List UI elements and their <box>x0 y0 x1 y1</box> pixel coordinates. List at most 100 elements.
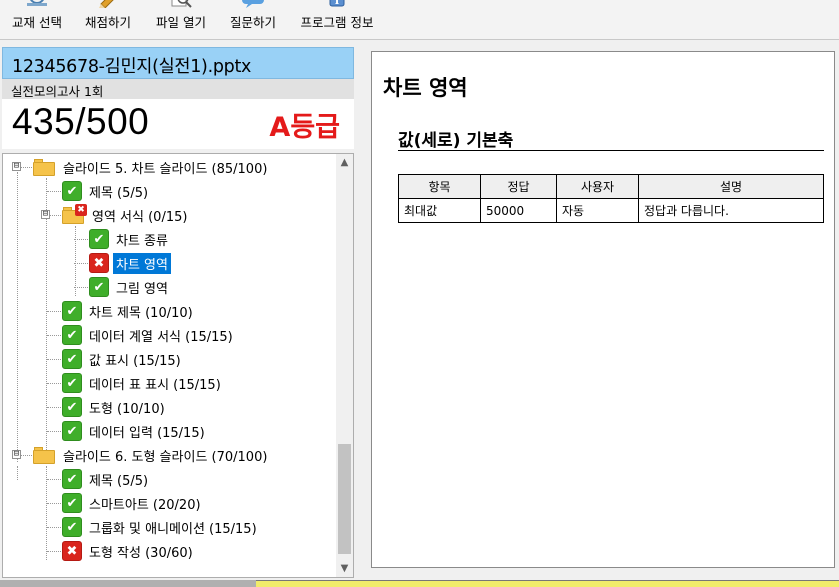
speech-bubble-icon <box>242 0 264 8</box>
folder-icon <box>33 158 55 176</box>
tree-item[interactable]: ✔ 차트 종류 <box>89 228 171 250</box>
detail-panel: 차트 영역 값(세로) 기본축 항목 정답 사용자 설명 최대값 50000 자… <box>371 51 835 568</box>
tree-item[interactable]: ✔ 도형 (10/10) <box>62 396 168 418</box>
tree-item-label: 제목 (5/5) <box>89 185 149 201</box>
header-user: 사용자 <box>556 174 639 199</box>
tree-item[interactable]: 슬라이드 5. 차트 슬라이드 (85/100) <box>33 156 270 178</box>
tree-connector <box>47 383 61 384</box>
check-icon: ✔ <box>62 349 82 369</box>
tree-item[interactable]: ✖ 차트 영역 <box>89 252 171 274</box>
tree-item[interactable]: ✔ 데이터 표 표시 (15/15) <box>62 372 224 394</box>
grade-label: A등급 <box>269 112 340 143</box>
info-icon: i <box>329 0 345 7</box>
tree-item-label: 차트 제목 (10/10) <box>89 305 193 321</box>
tree-item[interactable]: ✔ 제목 (5/5) <box>62 468 151 490</box>
tree-connector <box>47 431 61 432</box>
ask-question-button[interactable]: 질문하기 <box>224 0 282 40</box>
tree-item-label: 차트 종류 <box>116 233 168 249</box>
program-info-button[interactable]: i 프로그램 정보 <box>294 0 380 40</box>
tree-connector <box>74 287 88 288</box>
tree-connector <box>47 479 61 480</box>
grade-button[interactable]: 채점하기 <box>80 0 136 40</box>
folder-error-icon: ✖ <box>62 204 87 224</box>
check-icon: ✔ <box>89 229 109 249</box>
tree-item-label: 값 표시 (15/15) <box>89 353 181 369</box>
cell-user: 자동 <box>556 198 639 223</box>
tree-item[interactable]: ✔ 그림 영역 <box>89 276 171 298</box>
check-icon: ✔ <box>62 469 82 489</box>
grading-tree[interactable]: ⊟ 슬라이드 5. 차트 슬라이드 (85/100) ✔ 제목 (5/5) ⊟ ✖ 영역 서… <box>2 153 354 578</box>
cell-item: 최대값 <box>398 198 481 223</box>
scroll-down-arrow-icon[interactable]: ▼ <box>336 560 353 577</box>
tree-item-label: 슬라이드 6. 도형 슬라이드 (70/100) <box>63 449 268 465</box>
tree-item[interactable]: ✔ 그룹화 및 애니메이션 (15/15) <box>62 516 260 538</box>
tree-connector <box>74 263 88 264</box>
check-icon: ✔ <box>62 325 82 345</box>
error-icon: ✖ <box>89 253 109 273</box>
folder-icon <box>33 446 55 464</box>
tree-item-label: 그룹화 및 애니메이션 (15/15) <box>89 521 257 537</box>
tree-guide-line <box>17 172 18 462</box>
scroll-thumb[interactable] <box>338 444 351 554</box>
check-icon: ✔ <box>62 493 82 513</box>
pencil-icon <box>99 0 114 8</box>
tree-item[interactable]: 슬라이드 6. 도형 슬라이드 (70/100) <box>33 444 270 466</box>
tree-item[interactable]: ✔ 제목 (5/5) <box>62 180 151 202</box>
tree-item-label: 제목 (5/5) <box>89 473 149 489</box>
magnifier-file-icon <box>171 0 192 8</box>
magnifier-book-icon <box>27 0 47 6</box>
tree-item[interactable]: ✔ 데이터 입력 (15/15) <box>62 420 208 442</box>
tree-item[interactable]: ✔ 데이터 계열 서식 (15/15) <box>62 324 236 346</box>
tree-item-label: 슬라이드 5. 차트 슬라이드 (85/100) <box>63 161 268 177</box>
tree-connector <box>47 407 61 408</box>
tree-item-label: 데이터 입력 (15/15) <box>89 425 205 441</box>
check-icon: ✔ <box>89 277 109 297</box>
left-panel: 12345678-김민지(실전1).pptx 실전모의고사 1회 435/500… <box>0 45 356 580</box>
tree-connector <box>47 551 61 552</box>
tree-item[interactable]: ✔ 값 표시 (15/15) <box>62 348 184 370</box>
total-score: 435/500 <box>12 101 150 142</box>
tree-item[interactable]: ✔ 스마트아트 (20/20) <box>62 492 204 514</box>
check-icon: ✔ <box>62 397 82 417</box>
file-name: 12345678-김민지(실전1).pptx <box>12 57 252 77</box>
tree-item-label: 그림 영역 <box>116 281 168 297</box>
header-answer: 정답 <box>480 174 557 199</box>
tree-connector <box>47 527 61 528</box>
tree-guide-line <box>75 226 76 296</box>
select-textbook-button[interactable]: 교재 선택 <box>6 0 68 40</box>
tree-guide-line <box>46 466 47 560</box>
tree-item-label: 도형 (10/10) <box>89 401 165 417</box>
tree-connector <box>47 191 61 192</box>
check-icon: ✔ <box>62 421 82 441</box>
tree-connector <box>47 311 61 312</box>
collapse-toggle-icon[interactable]: ⊟ <box>41 210 50 219</box>
header-item: 항목 <box>398 174 481 199</box>
tree-item[interactable]: ✖ 도형 작성 (30/60) <box>62 540 196 562</box>
scroll-up-arrow-icon[interactable]: ▲ <box>336 154 353 171</box>
tree-item[interactable]: ✖ 영역 서식 (0/15) <box>62 204 190 226</box>
svg-text:i: i <box>335 0 339 7</box>
detail-subtitle: 값(세로) 기본축 <box>398 131 514 151</box>
tree-item-label: 데이터 계열 서식 (15/15) <box>89 329 233 345</box>
tree-connector <box>47 503 61 504</box>
header-description: 설명 <box>638 174 824 199</box>
check-icon: ✔ <box>62 373 82 393</box>
tree-item-label: 영역 서식 (0/15) <box>92 209 188 225</box>
tree-item-label: 스마트아트 (20/20) <box>89 497 201 513</box>
open-file-button[interactable]: 파일 열기 <box>150 0 212 40</box>
background-cells <box>256 580 839 587</box>
toolbar: 교재 선택 채점하기 파일 열기 질문하기 i 프로그램 정보 <box>0 0 839 40</box>
detail-title: 차트 영역 <box>383 76 468 100</box>
tree-item-label: 도형 작성 (30/60) <box>89 545 193 561</box>
tree-scrollbar[interactable]: ▲ ▼ <box>336 154 353 577</box>
exam-name-bar: 실전모의고사 1회 <box>2 79 354 99</box>
check-icon: ✔ <box>62 517 82 537</box>
tree-item-label: 차트 영역 <box>113 252 171 274</box>
collapse-toggle-icon[interactable]: ⊟ <box>12 162 21 171</box>
collapse-toggle-icon[interactable]: ⊟ <box>12 450 21 459</box>
detail-panel-frame: 차트 영역 값(세로) 기본축 항목 정답 사용자 설명 최대값 50000 자… <box>360 45 839 580</box>
check-icon: ✔ <box>62 301 82 321</box>
result-table: 항목 정답 사용자 설명 최대값 50000 자동 정답과 다릅니다. <box>398 174 824 223</box>
cell-answer: 50000 <box>480 198 557 223</box>
tree-item[interactable]: ✔ 차트 제목 (10/10) <box>62 300 196 322</box>
